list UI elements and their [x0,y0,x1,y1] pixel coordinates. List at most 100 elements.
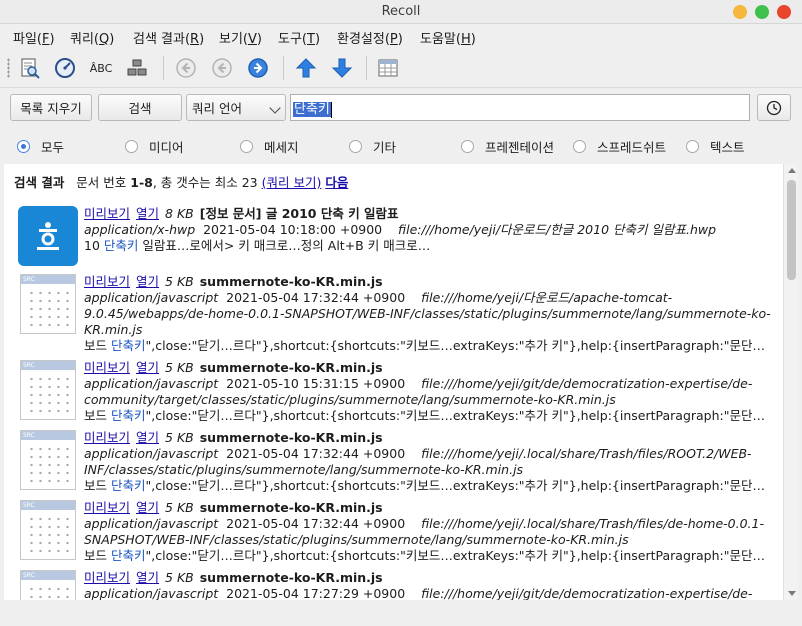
scroll-up-icon[interactable] [788,168,796,173]
menu-tools[interactable]: 도구(T) [278,28,320,47]
preview-link[interactable]: 미리보기 [84,274,130,289]
text-caret [330,101,332,118]
filter-spreadsheet[interactable]: 스프레드쉬트 [573,137,666,156]
maximize-button[interactable] [755,5,769,19]
search-button[interactable]: 검색 [98,94,182,121]
result-url: file:///home/yeji/다운로드/한글 2010 단축키 일람표.h… [398,222,717,237]
table-view-icon[interactable] [374,54,402,82]
result-body: 미리보기 열기 8 KB [정보 문서] 글 2010 단축 키 일람표 applic… [84,206,774,254]
filter-other[interactable]: 기타 [349,137,396,156]
result-mime: application/javascript [84,516,219,531]
hwp-icon [18,206,78,266]
preview-link[interactable]: 미리보기 [84,206,130,221]
result-title: summernote-ko-KR.min.js [199,570,383,585]
results-pane[interactable]: 검색 결과 문서 번호 1-8, 총 갯수는 최소 23 (쿼리 보기) 다음 … [4,164,783,600]
query-mode-select[interactable]: 쿼리 언어 [186,94,286,121]
source-file-icon: SRC [18,500,78,560]
clock-icon [766,100,782,115]
result-body: 미리보기 열기 5 KB summernote-ko-KR.min.js applic… [84,500,774,564]
filter-presentation[interactable]: 프레젠테이션 [461,137,554,156]
query-mode-value: 쿼리 언어 [192,101,242,116]
toolbar-separator [366,56,367,80]
result-url: file:///home/yeji/git/de/democratization… [421,376,753,391]
open-link[interactable]: 열기 [136,206,159,221]
result-date: 2021-05-04 10:18:00 +0900 [203,222,383,237]
index-blocks-icon[interactable] [123,54,151,82]
toolbar-grip-icon[interactable] [7,58,10,78]
open-link[interactable]: 열기 [136,360,159,375]
result-date: 2021-05-04 17:32:44 +0900 [226,446,406,461]
menu-bar: 파일(F) 쿼리(Q) 검색 결과(R) 보기(V) 도구(T) 환경설정(P)… [0,24,802,48]
open-link[interactable]: 열기 [136,570,159,585]
result-abstract: 보드 단축키",close:"닫기…르다"},shortcut:{shortcu… [84,548,765,563]
result-mime: application/javascript [84,446,219,461]
result-abstract: 10 단축키 일람표…로에서> 키 매크로…정의 Alt+B 키 매크로… [84,238,431,253]
result-url-cont: INF/classes/static/plugins/summernote/la… [84,462,524,477]
results-scrollbar[interactable] [783,164,798,600]
radio-icon [125,140,138,153]
result-mime: application/javascript [84,586,219,600]
search-row: 목록 지우기 검색 쿼리 언어 단축키 [0,88,802,128]
menu-view[interactable]: 보기(V) [219,28,262,47]
radio-icon [461,140,474,153]
radio-icon [686,140,699,153]
results-header: 검색 결과 문서 번호 1-8, 총 갯수는 최소 23 (쿼리 보기) 다음 [14,175,349,190]
menu-help[interactable]: 도움말(H) [420,28,476,47]
first-page-icon[interactable] [172,54,200,82]
next-page-icon[interactable] [244,54,272,82]
result-url: file:///home/yeji/다운로드/apache-tomcat- [421,290,673,305]
menu-query[interactable]: 쿼리(Q) [70,28,114,47]
radio-icon [573,140,586,153]
clear-results-button[interactable]: 목록 지우기 [10,94,92,121]
search-document-icon[interactable] [16,54,44,82]
menu-preferences[interactable]: 환경설정(P) [337,28,403,47]
scrollbar-thumb[interactable] [787,180,796,280]
radio-icon [349,140,362,153]
previous-page-icon[interactable] [208,54,236,82]
result-abstract: 보드 단축키",close:"닫기…르다"},shortcut:{shortcu… [84,478,765,493]
close-button[interactable] [777,5,791,19]
history-button[interactable] [757,94,791,121]
result-date: 2021-05-04 17:27:29 +0900 [226,586,406,600]
preview-link[interactable]: 미리보기 [84,430,130,445]
result-body: 미리보기 열기 5 KB summernote-ko-KR.min.js applic… [84,274,774,354]
toolbar: ÂBC [0,48,802,88]
open-link[interactable]: 열기 [136,430,159,445]
search-input[interactable]: 단축키 [290,94,750,121]
window-title: Recoll [381,4,421,19]
result-url-cont: KR.min.js [84,322,143,337]
result-title: [정보 문서] 글 2010 단축 키 일람표 [199,206,399,221]
toolbar-separator [163,56,164,80]
minimize-button[interactable] [733,5,747,19]
result-body: 미리보기 열기 5 KB summernote-ko-KR.min.js applic… [84,360,774,424]
filter-text[interactable]: 텍스트 [686,137,745,156]
open-link[interactable]: 열기 [136,274,159,289]
next-page-link[interactable]: 다음 [325,175,348,190]
arrow-down-icon[interactable] [328,54,356,82]
filter-all[interactable]: 모두 [17,137,64,156]
result-size: 5 KB [165,430,194,445]
result-url: file:///home/yeji/.local/share/Trash/fil… [421,446,752,461]
arrow-up-icon[interactable] [292,54,320,82]
filter-message[interactable]: 메세지 [240,137,299,156]
result-mime: application/javascript [84,376,219,391]
result-mime: application/x-hwp [84,222,196,237]
scroll-down-icon[interactable] [788,591,796,596]
preview-link[interactable]: 미리보기 [84,500,130,515]
search-input-value: 단축키 [293,102,331,117]
open-link[interactable]: 열기 [136,500,159,515]
radio-icon [240,140,253,153]
result-mime: application/javascript [84,290,219,305]
preview-link[interactable]: 미리보기 [84,570,130,585]
menu-results[interactable]: 검색 결과(R) [133,28,204,47]
preview-link[interactable]: 미리보기 [84,360,130,375]
result-url-cont: SNAPSHOT/WEB-INF/classes/static/plugins/… [84,532,629,547]
results-title: 검색 결과 [14,175,65,190]
filter-media[interactable]: 미디어 [125,137,184,156]
title-bar: Recoll [0,0,802,24]
show-query-link[interactable]: (쿼리 보기) [262,175,322,190]
menu-file[interactable]: 파일(F) [13,28,55,47]
result-abstract: 보드 단축키",close:"닫기…르다"},shortcut:{shortcu… [84,338,765,353]
gauge-icon[interactable] [51,54,79,82]
spell-check-icon[interactable]: ÂBC [87,54,115,82]
